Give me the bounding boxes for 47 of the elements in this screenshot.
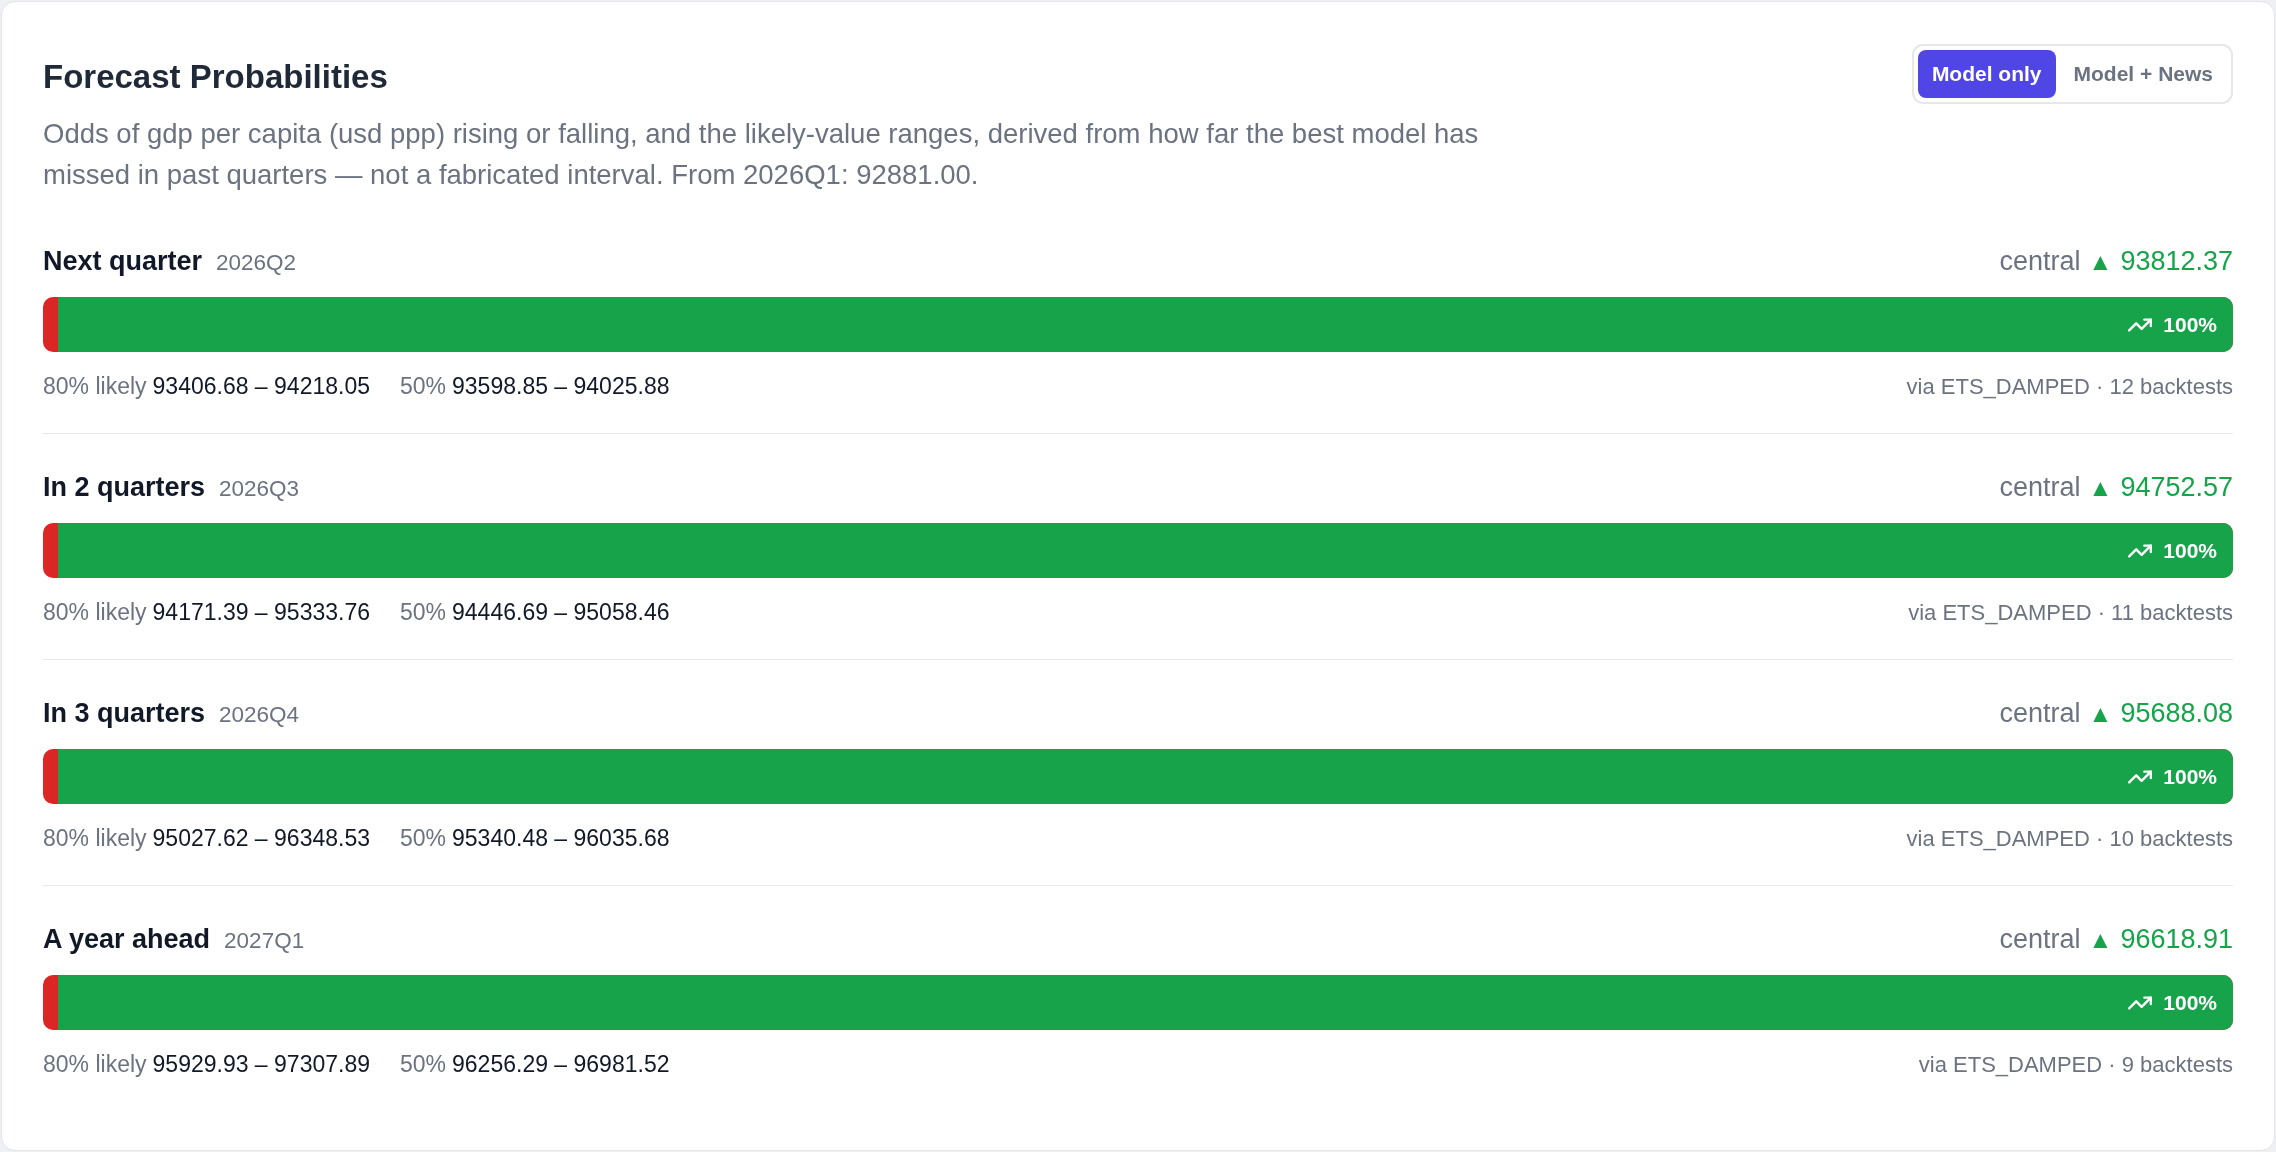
range-value: 93598.85 – 94025.88	[452, 371, 670, 401]
view-toggle-option[interactable]: Model only	[1917, 50, 2056, 98]
central-value: 94752.57	[2120, 470, 2233, 504]
trend-arrow: ▲	[2088, 698, 2113, 729]
probability-value: 100%	[2163, 311, 2217, 338]
range-value: 95929.93 – 97307.89	[152, 1049, 370, 1079]
model-source: via ETS_DAMPED · 9 backtests	[1918, 1050, 2233, 1079]
range-value: 95340.48 – 96035.68	[452, 823, 670, 853]
horizon-period: 2027Q1	[224, 926, 305, 955]
horizon-label: In 3 quarters	[43, 696, 206, 730]
range-label: 50%	[400, 823, 447, 853]
horizon-period: 2026Q2	[216, 248, 297, 277]
range-label: 80% likely	[43, 371, 147, 401]
horizon-label: In 2 quarters	[43, 470, 206, 504]
model-source: via ETS_DAMPED · 10 backtests	[1906, 824, 2233, 853]
central-label: central	[1999, 922, 2081, 956]
central-value: 96618.91	[2120, 922, 2233, 956]
model-source: via ETS_DAMPED · 11 backtests	[1908, 598, 2233, 627]
trend-arrow: ▲	[2088, 472, 2113, 503]
range-value: 93406.68 – 94218.05	[152, 371, 370, 401]
trend-arrow: ▲	[2088, 924, 2113, 955]
central-label: central	[1999, 696, 2081, 730]
range-value: 95027.62 – 96348.53	[152, 823, 370, 853]
probability-value: 100%	[2163, 537, 2217, 564]
range-label: 50%	[400, 371, 447, 401]
model-source: via ETS_DAMPED · 12 backtests	[1906, 372, 2233, 401]
range-label: 80% likely	[43, 597, 147, 627]
range-value: 96256.29 – 96981.52	[452, 1049, 670, 1079]
probability-value: 100%	[2163, 763, 2217, 790]
trend-arrow: ▲	[2088, 246, 2113, 277]
central-value: 93812.37	[2120, 244, 2233, 278]
horizon-period: 2026Q3	[219, 474, 300, 503]
range-label: 80% likely	[43, 823, 147, 853]
probability-value: 100%	[2163, 989, 2217, 1016]
horizon-period: 2026Q4	[219, 700, 300, 729]
card-title: Forecast Probabilities	[43, 57, 389, 97]
range-value: 94171.39 – 95333.76	[152, 597, 370, 627]
range-label: 50%	[400, 597, 447, 627]
range-value: 94446.69 – 95058.46	[452, 597, 670, 627]
central-label: central	[1999, 244, 2081, 278]
central-label: central	[1999, 470, 2081, 504]
range-label: 80% likely	[43, 1049, 147, 1079]
horizon-label: Next quarter	[43, 244, 203, 278]
card-description: Odds of gdp per capita (usd ppp) rising or falling, and the likely-value ranges, derived from how far the best model has missed in past quarters — not a fabricated interval. From 2026Q1: 92881.00.	[43, 117, 1480, 192]
horizon-label: A year ahead	[43, 922, 211, 956]
range-label: 50%	[400, 1049, 447, 1079]
central-value: 95688.08	[2120, 696, 2233, 730]
